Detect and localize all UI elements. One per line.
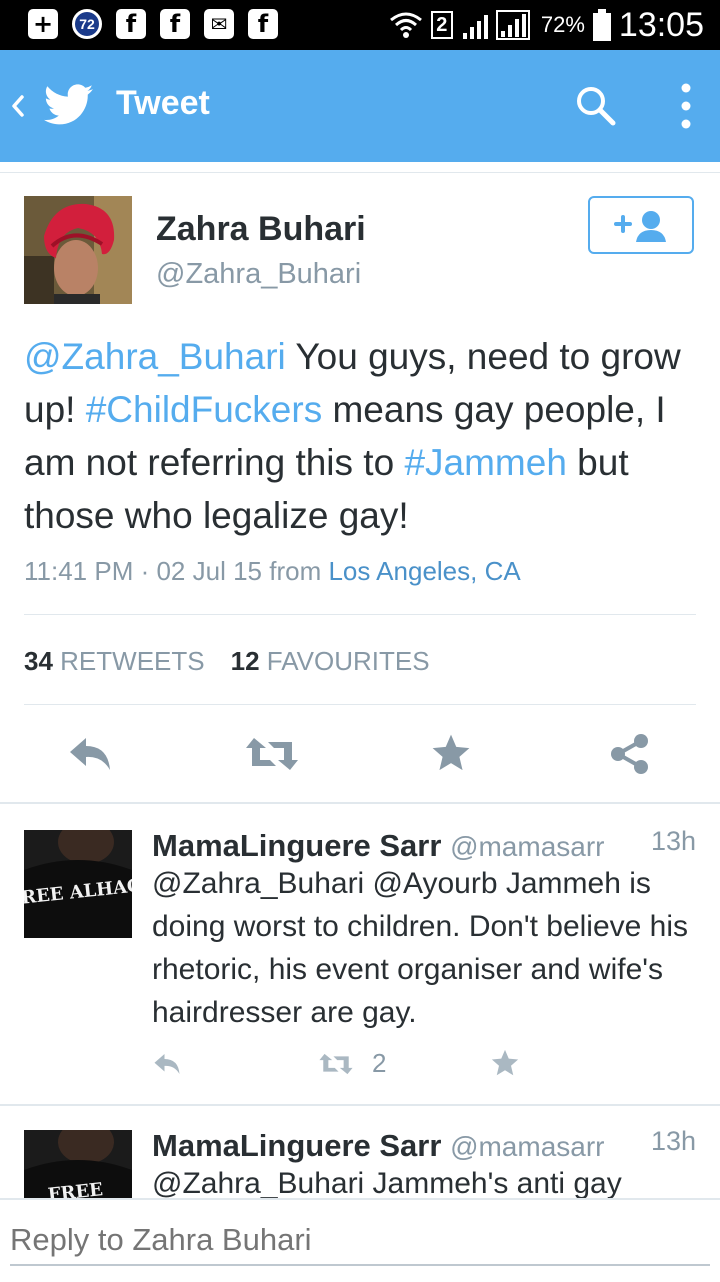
retweet-icon[interactable] [244, 732, 300, 776]
from-label: from [269, 556, 322, 586]
signal-icon [462, 10, 530, 40]
reply-author-name: MamaLinguere Sarr [152, 1128, 442, 1163]
divider [24, 614, 696, 615]
hashtag-link[interactable]: #ChildFuckers [86, 389, 322, 430]
reply-text: @Zahra_Buhari Jammeh's anti gay [152, 1167, 622, 1198]
reply-icon[interactable] [152, 1050, 182, 1078]
retweets-stat[interactable]: 34 RETWEETS [24, 646, 205, 677]
retweets-count: 34 [24, 646, 53, 676]
battery-percent: 72% [540, 12, 585, 37]
facebook-icon: f [160, 9, 190, 39]
reply-avatar[interactable]: FREE [24, 1130, 132, 1198]
share-icon[interactable] [608, 732, 652, 776]
facebook-icon: f [116, 9, 146, 39]
favourites-stat[interactable]: 12 FAVOURITES [231, 646, 430, 677]
battery-icon [592, 9, 611, 41]
add-icon: + [28, 9, 58, 39]
wifi-icon [389, 12, 422, 38]
reply-tweet[interactable]: FREE ALHAG MamaLinguere Sarr @mamasarr 1… [0, 804, 720, 1102]
hashtag-link[interactable]: #Jammeh [404, 442, 566, 483]
notification-count-icon: 72 [72, 9, 102, 39]
tweet-stats: 34 RETWEETS 12 FAVOURITES [24, 646, 430, 677]
reply-tweet[interactable]: FREE MamaLinguere Sarr @mamasarr 13h @Za… [0, 1106, 720, 1198]
search-icon[interactable] [574, 84, 618, 128]
favourites-count: 12 [230, 646, 260, 676]
author-name[interactable]: Zahra Buhari [156, 210, 366, 249]
reply-author-name: MamaLinguere Sarr [152, 828, 442, 863]
tweet-actions [0, 720, 720, 790]
twitter-bird-icon [44, 84, 94, 125]
tweet-meta: 11:41 PM · 02 Jul 15 from Los Angeles, C… [24, 556, 521, 587]
reply-author[interactable]: MamaLinguere Sarr @mamasarr [152, 828, 605, 864]
reply-input[interactable] [10, 1218, 700, 1262]
sim-icon: 2 [430, 11, 453, 39]
reply-author[interactable]: MamaLinguere Sarr @mamasarr [152, 1128, 605, 1164]
reply-text: @Zahra_Buhari @Ayourb Jammeh is doing wo… [152, 867, 689, 1029]
favourites-label: FAVOURITES [266, 646, 430, 676]
favourite-star-icon[interactable] [490, 1048, 520, 1078]
author-avatar[interactable] [24, 196, 132, 304]
tweet-text: @Zahra_Buhari You guys, need to grow up!… [24, 330, 704, 542]
add-user-icon [614, 211, 666, 242]
toolbar-title: Tweet [116, 84, 210, 122]
back-button[interactable] [0, 70, 104, 142]
tweet-location[interactable]: Los Angeles, CA [328, 556, 520, 586]
reply-avatar[interactable]: FREE ALHAG [24, 830, 132, 938]
retweets-label: RETWEETS [60, 646, 205, 676]
overflow-menu-icon[interactable] [676, 82, 696, 130]
reply-author-handle: @mamasarr [450, 1131, 605, 1162]
author-handle[interactable]: @Zahra_Buhari [156, 258, 361, 291]
divider [0, 172, 720, 173]
mail-icon: ✉ [204, 9, 234, 39]
tweet-timestamp: 11:41 PM · 02 Jul 15 [24, 556, 262, 586]
mention-link[interactable]: @Zahra_Buhari [24, 336, 286, 377]
reply-input-underline [10, 1264, 710, 1266]
back-chevron-icon [12, 95, 24, 117]
reply-bar [0, 1198, 720, 1282]
facebook-icon: f [248, 9, 278, 39]
reply-icon[interactable] [66, 732, 114, 776]
reply-time: 13h [650, 1126, 696, 1156]
reply-author-handle: @mamasarr [450, 831, 605, 862]
clock: 13:05 [618, 5, 704, 44]
divider [24, 704, 696, 705]
follow-button[interactable] [588, 196, 694, 254]
reply-time: 13h [650, 826, 696, 856]
status-bar: + 72 f f ✉ f 2 72% 13:05 [0, 0, 720, 50]
app-toolbar: Tweet [0, 50, 720, 162]
retweet-count: 2 [372, 1048, 387, 1078]
retweet-icon[interactable] [318, 1050, 354, 1078]
favourite-star-icon[interactable] [430, 732, 472, 774]
reply-actions: 2 [152, 1046, 672, 1086]
